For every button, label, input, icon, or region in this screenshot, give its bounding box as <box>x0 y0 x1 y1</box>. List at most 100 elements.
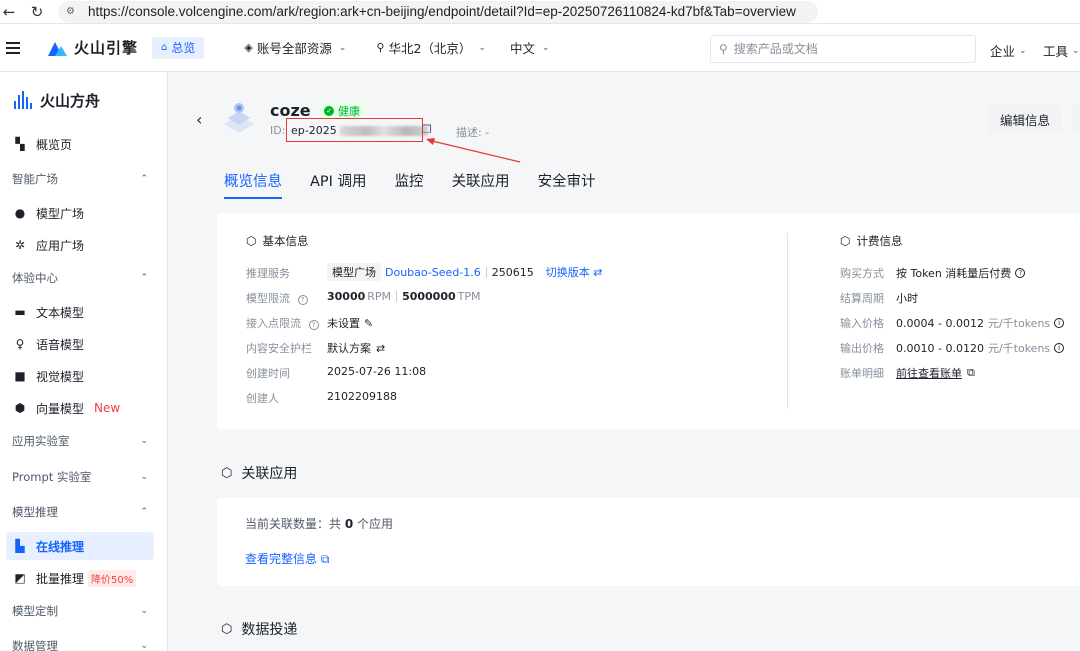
language-selector[interactable]: 中文 ⌄ <box>510 38 550 57</box>
brand-name: 火山引擎 <box>74 39 139 57</box>
help-icon[interactable]: ? <box>297 295 308 305</box>
browser-toolbar: ← ↻ ⚙ https://console.volcengine.com/ark… <box>0 0 1080 24</box>
sidebar-item-vector-model[interactable]: ⬢ 向量模型 New <box>6 394 154 422</box>
rpm-value: 30000 <box>327 290 366 303</box>
sidebar-group-customize[interactable]: 模型定制 ⌄ <box>12 601 148 621</box>
view-full-info-link[interactable]: 查看完整信息 ⧉ <box>245 550 329 567</box>
bill-link-text[interactable]: 前往查看账单 <box>896 365 962 381</box>
basic-info-title: ⬡ 基本信息 <box>246 233 308 249</box>
tab-monitoring[interactable]: 监控 <box>395 170 424 196</box>
tab-overview[interactable]: 概览信息 <box>224 170 282 199</box>
limit-label-text: 模型限流 <box>246 292 290 305</box>
back-icon[interactable]: ← <box>0 3 18 21</box>
limit-label: 模型限流 ? <box>246 290 308 306</box>
resource-selector[interactable]: ◈ 账号全部资源 ⌄ <box>244 38 346 57</box>
sidebar-group-label: 数据管理 <box>12 639 58 651</box>
limit-value: 30000 RPM 5000000 TPM <box>327 290 480 303</box>
chevron-up-icon: ⌃ <box>140 507 148 517</box>
chevron-down-icon: ⌄ <box>478 42 486 53</box>
sidebar-group-prompt-lab[interactable]: Prompt 实验室 ⌄ <box>12 467 148 487</box>
switch-version-button[interactable]: 切换版本 ⇄ <box>546 264 603 280</box>
model-link[interactable]: Doubao-Seed-1.6 <box>385 266 481 279</box>
tpm-unit: TPM <box>457 290 481 303</box>
status-label: 健康 <box>338 105 360 118</box>
swap-icon[interactable]: ⇄ <box>376 342 385 355</box>
output-price-unit: 元/千tokens <box>987 342 1051 355</box>
sidebar-title: 火山方舟 <box>40 91 101 110</box>
sidebar-group-data[interactable]: 数据管理 ⌄ <box>12 636 148 651</box>
site-info-icon[interactable]: ⚙ <box>66 6 80 17</box>
cube-icon: ⬡ <box>246 234 257 248</box>
output-price-value: 0.0010 - 0.0120 元/千tokens i <box>896 340 1065 356</box>
more-actions-button[interactable] <box>1072 105 1080 133</box>
id-annotation-box <box>286 118 423 142</box>
address-bar[interactable]: ⚙ https://console.volcengine.com/ark/reg… <box>58 0 818 23</box>
sidebar-item-model-square[interactable]: ● 模型广场 <box>6 199 154 227</box>
safety-value: 默认方案 ⇄ <box>327 340 385 356</box>
access-limit-label: 接入点限流 ? <box>246 315 319 331</box>
created-time-label: 创建时间 <box>246 367 290 380</box>
sidebar-group-marketplace[interactable]: 智能广场 ⌃ <box>12 169 148 189</box>
help-icon[interactable]: ? <box>1015 268 1026 278</box>
sidebar-group-label: 智能广场 <box>12 172 58 186</box>
tab-security-audit[interactable]: 安全审计 <box>538 170 596 196</box>
sidebar: 火山方舟 ▚ 概览页 智能广场 ⌃ ● 模型广场 ✲ 应用广场 体验中心 ⌃ ▬… <box>0 72 168 651</box>
back-arrow-icon[interactable]: ‹ <box>196 110 202 129</box>
endpoint-icon <box>224 103 254 133</box>
home-button[interactable]: ⌂ 总览 <box>152 36 205 59</box>
check-icon: ✓ <box>324 106 334 116</box>
enterprise-menu[interactable]: 企业 ⌄ <box>990 41 1027 60</box>
tab-api[interactable]: API 调用 <box>310 170 367 196</box>
sidebar-item-app-square[interactable]: ✲ 应用广场 <box>6 231 154 259</box>
batch-icon: ◩ <box>14 571 26 585</box>
help-icon[interactable]: ? <box>308 320 319 330</box>
sidebar-item-batch-inference[interactable]: ◩ 批量推理 降价50% <box>6 564 154 592</box>
sidebar-item-label: 语音模型 <box>36 337 85 352</box>
data-delivery-title: ⬡ 数据投递 <box>221 619 297 639</box>
sidebar-group-inference[interactable]: 模型推理 ⌃ <box>12 502 148 522</box>
edit-info-button[interactable]: 编辑信息 <box>988 105 1062 133</box>
chevron-up-icon: ⌃ <box>140 174 148 184</box>
column-divider <box>787 233 788 409</box>
sidebar-item-vision-model[interactable]: ■ 视觉模型 <box>6 362 154 390</box>
bill-link[interactable]: 前往查看账单 ⧉ <box>896 365 975 381</box>
info-icon[interactable]: i <box>1054 318 1065 328</box>
source-chip: 模型广场 <box>327 263 381 281</box>
main-content: ‹ coze ✓ 健康 ID: ep-2025 ❐ 描述: - 编辑信息 概览信… <box>168 72 1080 651</box>
search-box[interactable]: ⚲ <box>710 35 976 63</box>
chevron-down-icon: ⌄ <box>1019 45 1027 56</box>
region-selector[interactable]: ⚲ 华北2（北京） ⌄ <box>376 38 486 57</box>
language-label: 中文 <box>510 41 536 56</box>
sidebar-item-overview[interactable]: ▚ 概览页 <box>6 130 154 158</box>
edit-pencil-icon[interactable]: ✎ <box>364 317 373 330</box>
cube-icon: ⬡ <box>221 621 233 637</box>
chevron-down-icon: ⌄ <box>542 42 550 53</box>
output-price-label: 输出价格 <box>840 342 884 355</box>
tools-menu[interactable]: 工具 ⌄ <box>1043 41 1080 60</box>
annotation-arrow <box>426 138 521 163</box>
sidebar-group-experience[interactable]: 体验中心 ⌃ <box>12 268 148 288</box>
menu-icon[interactable] <box>6 41 20 54</box>
info-icon[interactable]: i <box>1054 343 1065 353</box>
sidebar-item-online-inference[interactable]: ▙ 在线推理 <box>6 532 154 560</box>
reload-icon[interactable]: ↻ <box>28 3 46 21</box>
related-apps-card: 当前关联数量：共 0 个应用 查看完整信息 ⧉ <box>217 498 1080 586</box>
section-title-text: 基本信息 <box>262 234 309 248</box>
sidebar-item-voice-model[interactable]: ♀ 语音模型 <box>6 330 154 358</box>
external-link-icon[interactable]: ⧉ <box>967 366 975 380</box>
search-input[interactable] <box>733 42 954 56</box>
tab-related-apps[interactable]: 关联应用 <box>452 170 510 196</box>
creator-label: 创建人 <box>246 392 279 405</box>
sidebar-group-app-lab[interactable]: 应用实验室 ⌄ <box>12 431 148 451</box>
access-limit-text: 未设置 <box>327 317 360 330</box>
chevron-down-icon: ⌄ <box>140 641 148 651</box>
related-count-suffix: 个应用 <box>357 517 394 531</box>
safety-label: 内容安全护栏 <box>246 342 312 355</box>
brand[interactable]: 火山引擎 <box>48 37 138 58</box>
chevron-down-icon: ⌄ <box>338 42 347 53</box>
creator-value: 2102209188 <box>327 390 397 403</box>
view-full-info-text: 查看完整信息 <box>245 552 318 566</box>
input-price-unit: 元/千tokens <box>987 317 1051 330</box>
swap-icon: ⇄ <box>593 266 603 279</box>
sidebar-item-text-model[interactable]: ▬ 文本模型 <box>6 298 154 326</box>
